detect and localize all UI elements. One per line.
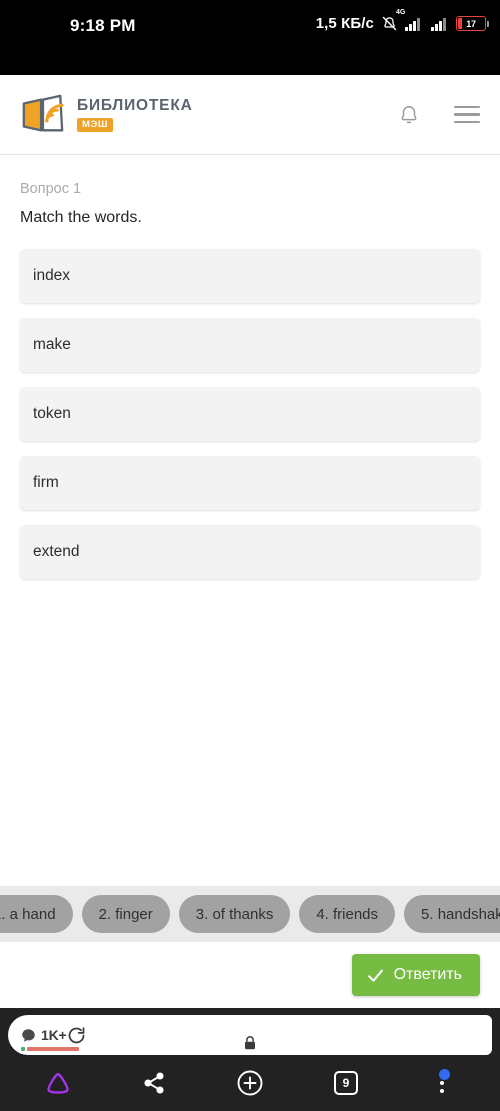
kebab-menu-icon: [439, 1068, 451, 1094]
battery-level-text: 17: [466, 18, 476, 29]
question-text: Match the words.: [20, 209, 142, 226]
site-header: БИБЛИОТЕКА МЭШ: [0, 75, 500, 155]
network-speed-text: 1,5 КБ/с: [315, 15, 374, 32]
share-button[interactable]: [132, 1061, 176, 1105]
browser-chrome: 1K+: [0, 1008, 500, 1055]
answer-chip[interactable]: 4. friends: [299, 895, 396, 933]
answer-chip[interactable]: 3. of thanks: [178, 895, 291, 933]
url-bar[interactable]: 1K+: [8, 1015, 492, 1055]
question-label: Вопрос 1: [20, 181, 82, 197]
browser-menu-button[interactable]: [420, 1061, 464, 1105]
speech-bubble-icon: [21, 1028, 36, 1043]
notification-bell-icon[interactable]: [398, 103, 420, 127]
share-icon: [142, 1071, 166, 1095]
brand-name: БИБЛИОТЕКА: [77, 97, 193, 115]
answer-chip-tray[interactable]: 1. a hand 2. finger 3. of thanks 4. frie…: [0, 886, 500, 942]
status-time: 9:18 PM: [70, 16, 136, 35]
status-indicators: 1,5 КБ/с 4G 17: [315, 9, 489, 32]
comment-counter[interactable]: 1K+: [21, 1027, 79, 1051]
reload-icon[interactable]: [66, 1025, 87, 1046]
comment-count-text: 1K+: [41, 1027, 67, 1043]
tab-count-badge: 9: [334, 1071, 358, 1095]
new-tab-button[interactable]: [228, 1061, 272, 1105]
bell-muted-icon: [381, 15, 398, 32]
battery-icon: 17: [456, 16, 489, 31]
answer-chip[interactable]: 5. handshake: [404, 895, 500, 933]
word-list: index make token firm extend: [20, 249, 480, 579]
signal-4g-icon: 4G: [396, 9, 420, 31]
home-button[interactable]: [36, 1061, 80, 1105]
word-drop-slot[interactable]: make: [20, 318, 480, 372]
tab-switcher-button[interactable]: 9: [324, 1061, 368, 1105]
submit-zone: Ответить: [0, 942, 500, 1008]
answer-chip[interactable]: 2. finger: [81, 895, 170, 933]
brand-text-block: БИБЛИОТЕКА МЭШ: [77, 97, 193, 132]
plus-icon: [236, 1069, 264, 1097]
checkmark-icon: [366, 966, 385, 985]
phone-screen: 9:18 PM 1,5 КБ/с 4G 17 БИБЛИОТЕКА МЭШ Во…: [0, 0, 500, 1111]
word-drop-slot[interactable]: extend: [20, 525, 480, 579]
signal-secondary-icon: [431, 16, 446, 31]
page-progress-indicator: [21, 1047, 79, 1051]
book-wifi-logo-icon: [20, 92, 66, 138]
status-bar: 9:18 PM 1,5 КБ/с 4G 17: [0, 0, 500, 75]
word-drop-slot[interactable]: index: [20, 249, 480, 303]
word-drop-slot[interactable]: token: [20, 387, 480, 441]
brand-logo[interactable]: БИБЛИОТЕКА МЭШ: [20, 92, 193, 138]
submit-answer-button[interactable]: Ответить: [351, 954, 480, 996]
signal-4g-label: 4G: [396, 9, 406, 16]
hamburger-menu-icon[interactable]: [454, 105, 480, 124]
menu-notification-badge: [439, 1068, 451, 1080]
brand-badge: МЭШ: [77, 118, 114, 132]
question-content: Вопрос 1 Match the words. index make tok…: [0, 155, 500, 886]
browser-nav-bar: 9: [0, 1055, 500, 1111]
submit-answer-label: Ответить: [393, 966, 462, 983]
home-triangle-icon: [43, 1068, 73, 1098]
header-actions: [398, 103, 480, 127]
answer-chip[interactable]: 1. a hand: [0, 895, 73, 933]
word-drop-slot[interactable]: firm: [20, 456, 480, 510]
